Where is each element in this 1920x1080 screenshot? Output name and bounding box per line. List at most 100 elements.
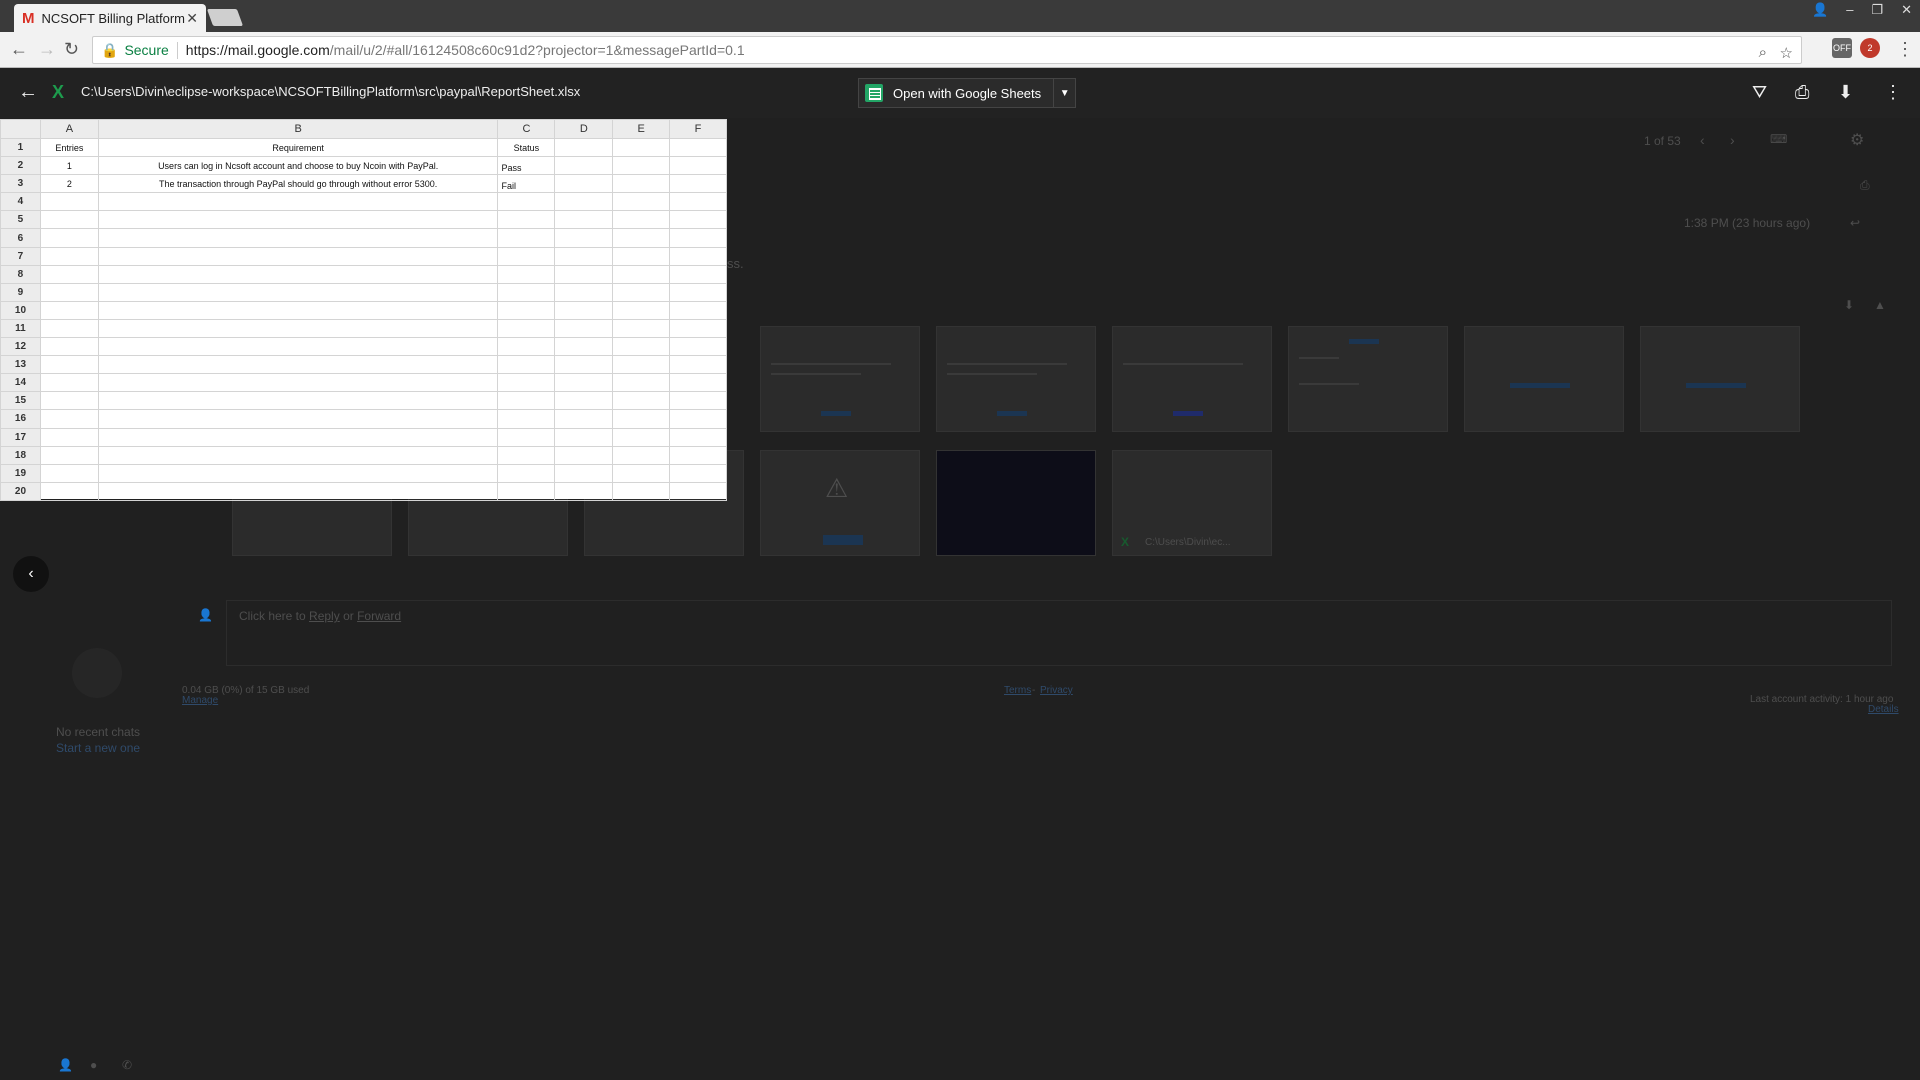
caret-down-icon: ▼ — [1059, 87, 1070, 99]
no-chats-label: No recent chats — [56, 725, 141, 739]
minimize-icon[interactable]: – — [1846, 2, 1853, 18]
print-icon[interactable]: ⎙ — [1795, 82, 1809, 103]
zoom-icon[interactable]: ⌕ — [1759, 44, 1767, 61]
row-header: 6 — [0, 228, 41, 248]
entry-cell: 2 — [39, 174, 99, 194]
cell — [97, 264, 499, 284]
extension-badge-icon[interactable]: 2 — [1860, 38, 1880, 58]
cell — [97, 246, 499, 266]
extension-off-icon[interactable]: OFF — [1832, 38, 1852, 58]
row-header: 1 — [0, 137, 41, 158]
restore-icon[interactable]: ❐ — [1871, 2, 1883, 18]
spreadsheet-grid: A B C D E F 1 Entries Requirement Status… — [0, 119, 727, 501]
chat-placeholder-avatar — [72, 648, 122, 698]
user-icon[interactable]: 👤 — [1812, 2, 1828, 18]
tab-title: NCSOFT Billing Platform — [41, 10, 186, 26]
address-bar[interactable]: 🔒 Secure https://mail.google.com/mail/u/… — [92, 36, 1802, 64]
cell — [39, 228, 99, 248]
gmail-icon: M — [22, 9, 35, 27]
save-drive-icon[interactable]: ▲ — [1874, 298, 1886, 312]
row-header: 2 — [0, 156, 41, 176]
hangouts-icon[interactable]: ● — [90, 1058, 97, 1072]
table-row: 19 — [0, 463, 727, 483]
terms-link[interactable]: Terms — [1004, 685, 1031, 696]
attachment-thumbnail[interactable] — [936, 450, 1096, 556]
cell — [497, 481, 556, 501]
cell — [669, 463, 727, 483]
attachment-thumbnail[interactable] — [1112, 326, 1272, 432]
column-header: D — [554, 119, 614, 139]
cell — [554, 156, 614, 176]
cell — [97, 318, 499, 339]
attachment-thumbnail[interactable] — [1640, 326, 1800, 432]
download-icon[interactable]: ⬇ — [1838, 82, 1853, 103]
forward-icon[interactable]: → — [38, 39, 56, 60]
prev-icon[interactable]: ‹ — [1700, 132, 1705, 148]
cell — [97, 463, 499, 483]
secure-indicator[interactable]: 🔒 Secure — [101, 41, 178, 59]
cell — [39, 192, 99, 212]
row-header: 17 — [0, 427, 41, 447]
attachment-thumbnail-xlsx[interactable]: X C:\Users\Divin\ec... — [1112, 450, 1272, 556]
cell — [497, 409, 556, 429]
table-row: 11 — [0, 318, 727, 339]
star-icon[interactable]: ☆ — [1780, 44, 1793, 62]
attachment-thumbnail[interactable] — [1464, 326, 1624, 432]
download-all-icon[interactable]: ⬇ — [1844, 298, 1854, 312]
cell — [39, 481, 99, 501]
contacts-icon[interactable]: 👤 — [58, 1058, 73, 1072]
privacy-link[interactable]: Privacy — [1040, 685, 1073, 696]
cell — [554, 481, 614, 501]
attachment-thumbnail[interactable] — [1288, 326, 1448, 432]
open-with-sheets-button[interactable]: Open with Google Sheets — [858, 78, 1055, 108]
reply-link[interactable]: Reply — [309, 609, 340, 623]
browser-tab[interactable]: M NCSOFT Billing Platform ✕ — [14, 4, 206, 32]
menu-icon[interactable]: ⋮ — [1896, 39, 1914, 60]
reload-icon[interactable]: ↻ — [64, 39, 79, 60]
print-all-icon[interactable]: ⎙ — [1860, 178, 1870, 193]
pager: 1 of 53 — [1644, 134, 1681, 148]
back-icon[interactable]: ← — [10, 39, 28, 60]
cell — [497, 300, 556, 320]
table-row: 8 — [0, 264, 727, 284]
cell — [97, 300, 499, 320]
close-tab-icon[interactable]: ✕ — [186, 10, 198, 27]
attachment-thumbnail[interactable]: ⚠ — [760, 450, 920, 556]
row-header: 19 — [0, 463, 41, 483]
forward-link[interactable]: Forward — [357, 609, 401, 623]
row-header: 10 — [0, 300, 41, 320]
attachment-thumbnail[interactable] — [936, 326, 1096, 432]
cell — [39, 300, 99, 320]
back-arrow-icon[interactable]: ← — [18, 81, 38, 104]
cell — [497, 228, 556, 248]
cell — [497, 391, 556, 411]
attachment-thumbnail[interactable] — [760, 326, 920, 432]
phone-icon[interactable]: ✆ — [122, 1058, 132, 1072]
open-with-dropdown[interactable]: ▼ — [1054, 78, 1077, 108]
close-window-icon[interactable]: ✕ — [1901, 2, 1912, 18]
details-link[interactable]: Details — [1868, 704, 1899, 715]
reply-icon[interactable]: ↩ — [1850, 216, 1860, 230]
browser-toolbar: ← → ↻ 🔒 Secure https://mail.google.com/m… — [0, 32, 1920, 68]
keyboard-icon[interactable]: ⌨ — [1770, 132, 1787, 146]
new-tab-button[interactable] — [206, 9, 244, 26]
cell — [669, 481, 727, 501]
cell — [554, 409, 614, 429]
settings-icon[interactable]: ⚙ — [1850, 130, 1864, 150]
cell — [612, 409, 671, 429]
sender-avatar-icon: 👤 — [198, 608, 213, 622]
row-header: 9 — [0, 282, 41, 302]
cell — [669, 409, 727, 429]
cell — [612, 246, 671, 266]
table-row: 15 — [0, 391, 727, 411]
start-chat-link[interactable]: Start a new one — [56, 741, 140, 755]
next-icon[interactable]: › — [1730, 132, 1735, 148]
cell — [612, 137, 671, 158]
manage-link[interactable]: Manage — [182, 695, 218, 706]
cell — [612, 427, 671, 447]
add-to-drive-icon[interactable]: ⛛ — [1752, 82, 1767, 103]
reply-box[interactable]: Click here to Reply or Forward — [226, 600, 1892, 666]
cell — [97, 192, 499, 212]
more-options-icon[interactable]: ⋮ — [1884, 82, 1902, 103]
previous-attachment-button[interactable]: ‹ — [13, 556, 49, 592]
